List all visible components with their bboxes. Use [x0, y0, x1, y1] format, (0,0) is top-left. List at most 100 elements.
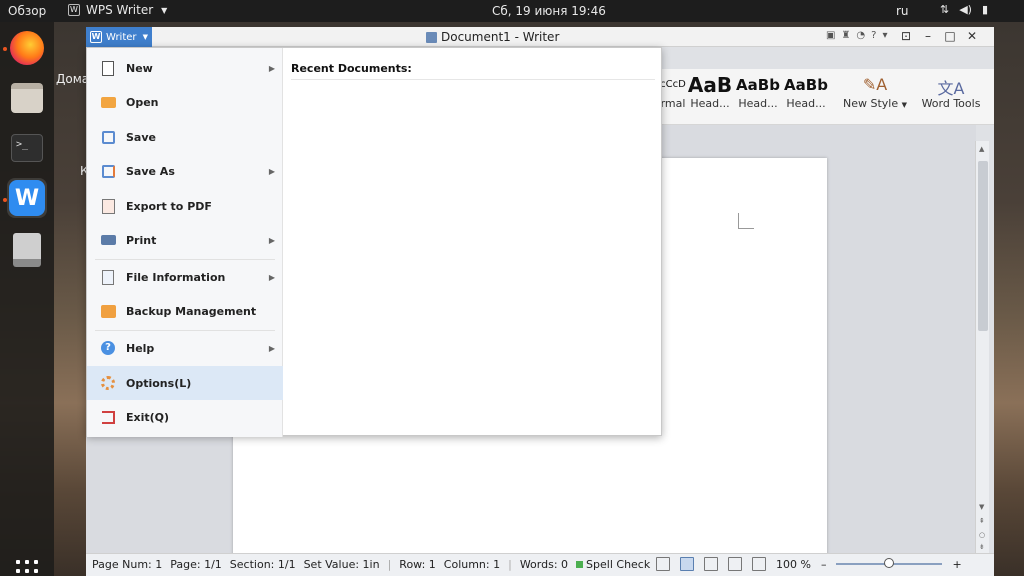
zoom-out-icon[interactable]: –	[821, 558, 827, 571]
menu-item-file-information[interactable]: File Information ▶	[87, 260, 283, 294]
scrollbar-thumb[interactable]	[978, 161, 988, 331]
style-name: rmal	[660, 97, 686, 110]
app-menu-button[interactable]: W WPS Writer ▼	[68, 3, 167, 17]
minimize-icon[interactable]: –	[920, 29, 936, 43]
menu-item-label: Backup Management	[126, 304, 257, 318]
dock-disk[interactable]	[7, 230, 47, 270]
spell-check-icon	[576, 561, 584, 568]
wps-writer-icon: W	[9, 180, 45, 216]
writer-menu-label: Writer	[106, 31, 137, 43]
style-sample: AaBb	[784, 76, 828, 94]
chevron-right-icon: ▶	[268, 272, 275, 282]
close-icon[interactable]: ✕	[964, 29, 980, 43]
page-view-icon[interactable]	[680, 557, 694, 571]
status-section[interactable]: Section: 1/1	[230, 558, 296, 571]
status-page-num[interactable]: Page Num: 1	[92, 558, 162, 571]
spell-check-label: Spell Check	[586, 558, 651, 571]
status-set-value[interactable]: Set Value: 1in	[304, 558, 380, 571]
menu-item-export-pdf[interactable]: Export to PDF	[87, 189, 283, 223]
style-name: Head...	[786, 97, 826, 110]
menu-item-label: File Information	[126, 270, 226, 284]
dock-wps-writer[interactable]: W	[7, 178, 47, 218]
zoom-slider-handle[interactable]	[884, 558, 895, 568]
keyboard-layout-indicator[interactable]: ru	[896, 4, 909, 18]
restore-icon[interactable]: ⊡	[898, 29, 914, 43]
maximize-icon[interactable]: □	[942, 29, 958, 43]
style-heading-1[interactable]: AaB Head...	[686, 73, 734, 113]
chevron-right-icon: ▶	[268, 63, 275, 73]
status-words[interactable]: Words: 0	[520, 558, 568, 571]
full-screen-view-icon[interactable]	[656, 557, 670, 571]
scroll-down-icon[interactable]: ▼	[979, 503, 984, 511]
dock-terminal[interactable]: >_	[7, 128, 47, 168]
skin-icon[interactable]: ▣	[826, 30, 835, 41]
menu-item-open[interactable]: Open	[87, 85, 283, 119]
menu-item-print[interactable]: Print ▶	[87, 223, 283, 257]
system-tray[interactable]: ⇅ ◀) ▮	[940, 3, 988, 16]
word-tools-icon: 文A	[937, 79, 965, 98]
style-heading-2[interactable]: AaBb Head...	[734, 73, 782, 113]
zoom-in-icon[interactable]: +	[952, 558, 961, 571]
activities-button[interactable]: Обзор	[8, 4, 46, 18]
vertical-scrollbar[interactable]: ▲ ▼ ⇞ ○ ⇟	[975, 141, 989, 555]
menu-item-options[interactable]: Options(L)	[87, 366, 283, 400]
chevron-down-icon[interactable]: ▾	[882, 30, 887, 41]
chevron-down-icon: ▼	[901, 101, 907, 109]
zoom-slider[interactable]	[836, 558, 943, 568]
help-icon[interactable]: ?	[871, 30, 876, 41]
status-separator: |	[508, 558, 512, 571]
menu-item-label: Export to PDF	[126, 199, 212, 213]
style-heading-3[interactable]: AaBb Head...	[782, 73, 830, 113]
document-title: Document1 - Writer	[441, 30, 560, 44]
margin-corner-mark	[738, 213, 754, 229]
writer-menu-button[interactable]: W Writer ▼	[86, 27, 152, 47]
title-bar: W Writer ▼ Document1 - Writer ▣ ♜ ◔ ? ▾ …	[86, 27, 994, 47]
select-browse-icon[interactable]: ○	[979, 531, 985, 539]
spell-check-toggle[interactable]: Spell Check	[576, 558, 650, 571]
menu-item-help[interactable]: ? Help ▶	[87, 331, 283, 365]
reading-mode-icon[interactable]	[752, 557, 766, 571]
menu-item-label: New	[126, 61, 153, 75]
recent-documents-heading: Recent Documents:	[291, 62, 412, 75]
next-page-icon[interactable]: ⇟	[979, 543, 985, 551]
new-style-icon: ✎A	[862, 75, 888, 94]
export-pdf-icon	[100, 198, 116, 214]
scroll-up-icon[interactable]: ▲	[979, 145, 984, 153]
new-style-button[interactable]: ✎A New Style ▼	[840, 75, 910, 110]
system-top-bar: Обзор W WPS Writer ▼ Сб, 19 июня 19:46 r…	[0, 0, 1024, 22]
prev-page-icon[interactable]: ⇞	[979, 517, 985, 525]
chevron-right-icon: ▶	[268, 235, 275, 245]
shirt-icon[interactable]: ♜	[841, 30, 850, 41]
clock[interactable]: Сб, 19 июня 19:46	[492, 4, 606, 18]
dock-files[interactable]	[7, 78, 47, 118]
outline-view-icon[interactable]	[704, 557, 718, 571]
dock-firefox[interactable]	[7, 28, 47, 68]
feedback-icon[interactable]: ◔	[856, 30, 865, 41]
window-controls: ⊡ – □ ✕	[898, 29, 980, 43]
word-tools-button[interactable]: 文A Word Tools	[916, 75, 986, 110]
backup-icon	[100, 303, 116, 319]
zoom-level[interactable]: 100 %	[776, 558, 811, 571]
style-normal[interactable]: cCcD rmal	[660, 73, 686, 113]
menu-item-backup-management[interactable]: Backup Management	[87, 294, 283, 328]
menu-item-exit[interactable]: Exit(Q)	[87, 400, 283, 434]
status-column: Column: 1	[443, 558, 501, 571]
menu-item-new[interactable]: New ▶	[87, 51, 283, 85]
printer-icon	[100, 232, 116, 248]
web-layout-icon[interactable]	[728, 557, 742, 571]
style-sample: cCcD	[660, 79, 686, 90]
status-page[interactable]: Page: 1/1	[170, 558, 222, 571]
battery-icon: ▮	[981, 3, 989, 16]
chevron-right-icon: ▶	[268, 166, 275, 176]
help-icon: ?	[100, 340, 116, 356]
network-icon: ⇅	[940, 3, 950, 16]
show-applications-icon[interactable]	[16, 560, 38, 576]
status-separator: |	[387, 558, 392, 571]
volume-icon: ◀)	[959, 3, 972, 16]
status-bar: Page Num: 1 Page: 1/1 Section: 1/1 Set V…	[86, 553, 994, 576]
style-name: Head...	[738, 97, 778, 110]
window-title: Document1 - Writer	[426, 30, 559, 44]
menu-item-save[interactable]: Save	[87, 120, 283, 154]
view-controls: 100 % – +	[656, 557, 962, 571]
menu-item-save-as[interactable]: Save As ▶	[87, 154, 283, 188]
